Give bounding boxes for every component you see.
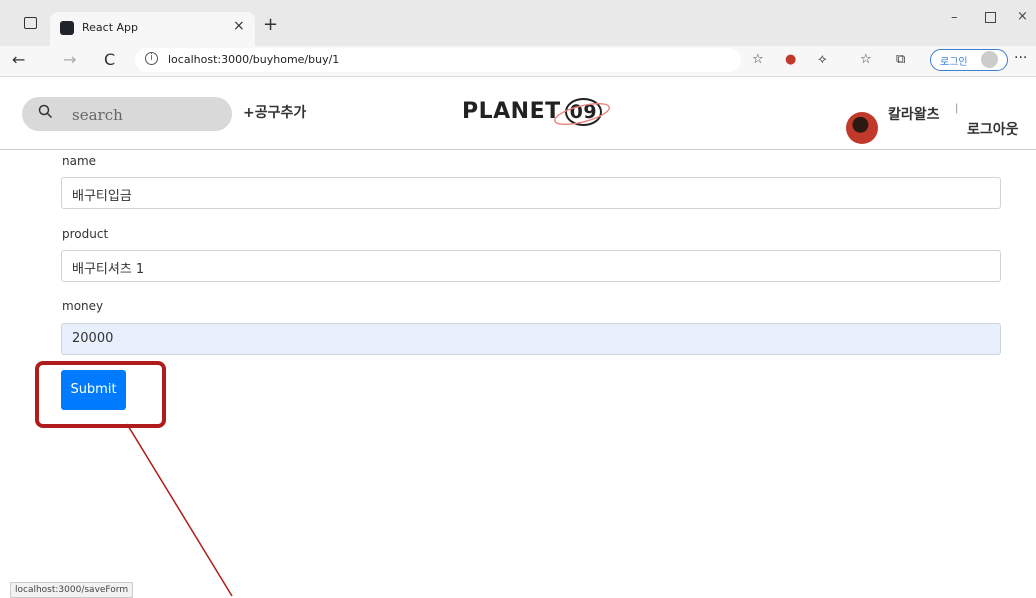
money-value: 20000	[72, 331, 114, 346]
search-input[interactable]: search	[72, 106, 123, 124]
product-value: 배구티셔츠 1	[72, 262, 145, 277]
money-field[interactable]: 20000	[61, 323, 1001, 355]
address-bar: ← → C i localhost:3000/buyhome/buy/1 ☆ ●…	[0, 46, 1036, 77]
profile-button[interactable]: 로그인	[930, 49, 1008, 71]
reload-icon[interactable]: C	[104, 50, 115, 69]
product-label: product	[62, 227, 109, 241]
extensions-puzzle-icon[interactable]: ⟡	[818, 52, 827, 67]
tab-close-icon[interactable]: ×	[233, 18, 245, 34]
planet-ring-icon	[554, 102, 610, 126]
url-text[interactable]: localhost:3000/buyhome/buy/1	[168, 53, 339, 66]
name-value: 배구티입금	[72, 189, 132, 204]
favorite-star-icon[interactable]: ☆	[752, 52, 764, 67]
name-label: name	[62, 154, 97, 168]
extension-icon[interactable]: ●	[785, 52, 796, 67]
browser-tab-bar: React App × + – ×	[0, 0, 1036, 46]
profile-avatar-icon	[981, 51, 998, 68]
tab-actions-icon[interactable]	[24, 17, 37, 29]
profile-label: 로그인	[940, 57, 968, 68]
forward-icon[interactable]: →	[63, 50, 76, 69]
money-label: money	[62, 299, 104, 313]
user-separator: |	[955, 103, 959, 114]
planet09-logo[interactable]: PLANET 09	[462, 95, 612, 135]
user-name[interactable]: 칼라왈츠	[888, 104, 940, 124]
add-group-buy-link[interactable]: +공구추가	[243, 102, 306, 122]
search-box[interactable]: search	[22, 97, 232, 131]
back-icon[interactable]: ←	[12, 50, 25, 69]
url-field[interactable]: i localhost:3000/buyhome/buy/1	[135, 48, 741, 72]
search-icon	[38, 104, 53, 119]
tab-title: React App	[82, 21, 139, 34]
annotation-highlight-box	[35, 361, 166, 428]
logout-link[interactable]: 로그아웃	[967, 119, 1019, 139]
browser-tab[interactable]: React App ×	[50, 12, 255, 46]
site-info-icon[interactable]: i	[145, 52, 158, 65]
minimize-icon[interactable]: –	[951, 10, 958, 25]
close-window-icon[interactable]: ×	[1017, 9, 1028, 24]
maximize-icon[interactable]	[985, 12, 996, 23]
app-header: search +공구추가 PLANET 09 칼라왈츠 | 로그아웃	[0, 77, 1036, 150]
avatar[interactable]	[846, 112, 878, 144]
collections-icon[interactable]: ⧉	[896, 52, 905, 67]
product-field[interactable]: 배구티셔츠 1	[61, 250, 1001, 282]
more-options-icon[interactable]: ···	[1014, 50, 1027, 66]
new-tab-icon[interactable]: +	[263, 14, 278, 35]
favorites-icon[interactable]: ☆	[860, 52, 872, 67]
react-favicon-icon	[60, 21, 74, 35]
name-field[interactable]: 배구티입금	[61, 177, 1001, 209]
